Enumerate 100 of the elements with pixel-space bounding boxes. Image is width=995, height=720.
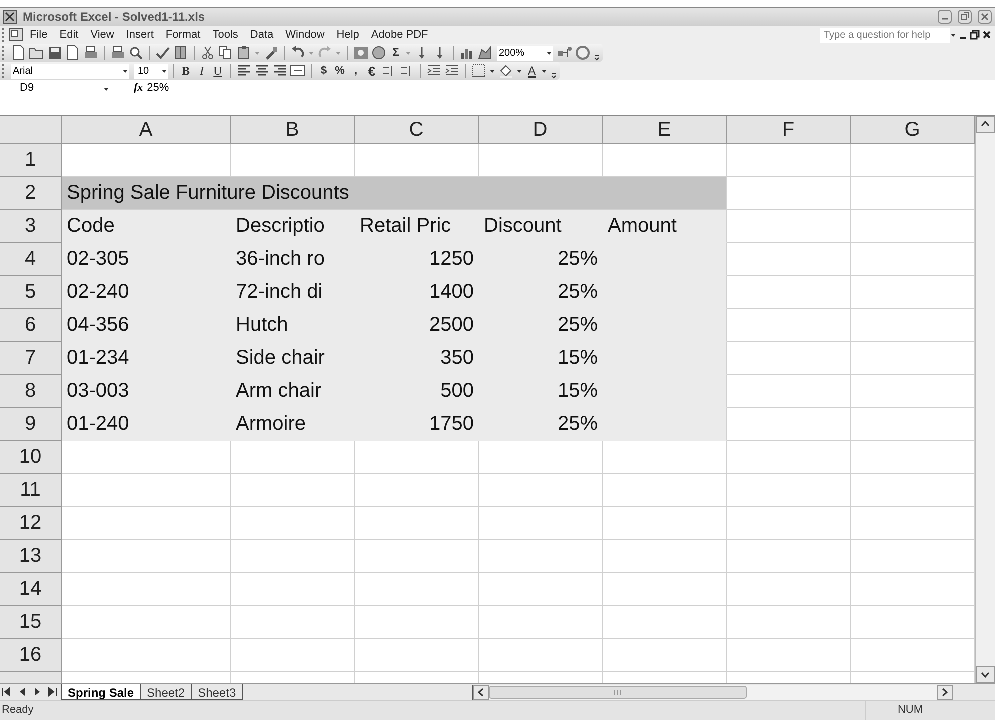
table-cell: 15% (479, 375, 603, 408)
row-header[interactable]: 5 (0, 276, 62, 309)
menu-item[interactable]: Window (280, 26, 331, 44)
paint-bucket-icon[interactable] (498, 63, 514, 79)
table-cell: Retail Pric (355, 210, 479, 243)
scroll-right-icon[interactable] (937, 684, 953, 700)
column-header[interactable]: E (603, 116, 727, 144)
table-cell: Arm chair (231, 375, 355, 408)
magnifier-icon[interactable] (128, 45, 144, 61)
italic-button[interactable]: I (195, 63, 209, 79)
row-header[interactable]: 10 (0, 441, 62, 474)
row-header[interactable]: 13 (0, 540, 62, 573)
zoom-field[interactable]: 200% (497, 46, 553, 60)
comma-button[interactable]: , (349, 63, 363, 79)
corner-cell[interactable] (0, 116, 62, 144)
row-header[interactable]: 11 (0, 474, 62, 507)
restore-icon[interactable] (969, 28, 981, 42)
table-cell: 500 (355, 375, 479, 408)
borders-icon[interactable] (471, 63, 487, 79)
row-header[interactable]: 1 (0, 144, 62, 177)
menu-item[interactable]: Edit (54, 26, 85, 44)
table-cell: 25% (479, 276, 603, 309)
name-box[interactable]: D9 (0, 81, 110, 96)
align-center-icon[interactable] (254, 63, 270, 79)
sheet-tab[interactable]: Spring Sale (61, 684, 142, 700)
table-cell: 02-240 (62, 276, 231, 309)
table-cell: 03-003 (62, 375, 231, 408)
row-header[interactable]: 14 (0, 573, 62, 606)
row-header[interactable]: 9 (0, 408, 62, 441)
check-mark-icon[interactable] (155, 45, 171, 61)
column-header[interactable]: G (851, 116, 975, 144)
column-header[interactable]: D (479, 116, 603, 144)
table-cell: 1750 (355, 408, 479, 441)
menu-item[interactable]: Help (330, 26, 366, 44)
copy-icon[interactable] (218, 45, 234, 61)
font-size: 10 (138, 64, 150, 78)
font-field[interactable]: Arial (11, 64, 129, 78)
align-left-icon[interactable] (236, 63, 252, 79)
table-cell: 72-inch di (231, 276, 355, 309)
clipboard-icon[interactable] (236, 45, 252, 61)
window-title: Microsoft Excel - Solved1-11.xls (23, 9, 206, 26)
row-header[interactable]: 6 (0, 309, 62, 342)
vertical-scrollbar[interactable] (975, 116, 995, 683)
scroll-down-icon[interactable] (976, 666, 995, 683)
underline-button[interactable]: U (211, 63, 225, 79)
help-field[interactable]: Type a question for help (820, 28, 950, 42)
menu-item[interactable]: Insert (120, 26, 160, 44)
table-cell: 350 (355, 342, 479, 375)
printer-icon[interactable] (83, 45, 99, 61)
font-color-button[interactable]: A (525, 63, 539, 79)
column-header[interactable]: A (62, 116, 231, 144)
scissors-icon[interactable] (200, 45, 216, 61)
function-button[interactable]: fx (134, 81, 144, 96)
scroll-up-icon[interactable] (976, 116, 995, 133)
document-icon[interactable] (9, 28, 24, 42)
row-header[interactable]: 16 (0, 639, 62, 672)
num-lock-indicator: NUM (865, 701, 955, 720)
table-cell: 25% (479, 243, 603, 276)
percent-button[interactable]: % (333, 63, 347, 79)
table-cell: 01-234 (62, 342, 231, 375)
row-header[interactable]: 8 (0, 375, 62, 408)
menu-item[interactable]: Format (160, 26, 207, 44)
menu-item[interactable]: Tools (206, 26, 244, 44)
table-cell: Amount (603, 210, 727, 243)
sum-button[interactable]: Σ (389, 45, 403, 61)
merge-cells-icon[interactable] (290, 63, 306, 79)
table-cell: 04-356 (62, 309, 231, 342)
scroll-left-icon[interactable] (473, 684, 489, 700)
column-header[interactable]: F (727, 116, 851, 144)
font-size-field[interactable]: 10 (134, 64, 168, 78)
euro-button[interactable]: € (365, 63, 379, 79)
currency-button[interactable]: $ (317, 63, 331, 79)
table-cell: 15% (479, 342, 603, 375)
table-cell: 1400 (355, 276, 479, 309)
table-cell: 25% (479, 408, 603, 441)
row-header[interactable]: 15 (0, 606, 62, 639)
menu-item[interactable]: Data (244, 26, 280, 44)
help-icon[interactable] (575, 45, 591, 61)
align-right-icon[interactable] (272, 63, 288, 79)
scroll-thumb-icon[interactable] (489, 684, 747, 700)
horizontal-scrollbar[interactable] (472, 684, 953, 700)
cell-reference: D9 (20, 81, 36, 96)
printer-icon[interactable] (110, 45, 126, 61)
globe-icon[interactable] (371, 45, 387, 61)
menu-item[interactable]: View (84, 26, 120, 44)
menu-item[interactable]: File (24, 26, 54, 44)
table-cell: 2500 (355, 309, 479, 342)
sheet-tab[interactable]: Sheet3 (191, 684, 244, 700)
formula-field[interactable]: 25% (147, 81, 995, 96)
row-header[interactable]: 7 (0, 342, 62, 375)
menu-item[interactable]: Adobe PDF (365, 26, 434, 44)
row-header[interactable]: 2 (0, 177, 62, 210)
table-cell: 36-inch ro (231, 243, 355, 276)
row-header[interactable]: 3 (0, 210, 62, 243)
column-header[interactable]: C (355, 116, 479, 144)
bold-button[interactable]: B (179, 63, 193, 79)
row-header[interactable]: 12 (0, 507, 62, 540)
book-icon[interactable] (173, 45, 189, 61)
row-header[interactable]: 4 (0, 243, 62, 276)
column-header[interactable]: B (231, 116, 355, 144)
